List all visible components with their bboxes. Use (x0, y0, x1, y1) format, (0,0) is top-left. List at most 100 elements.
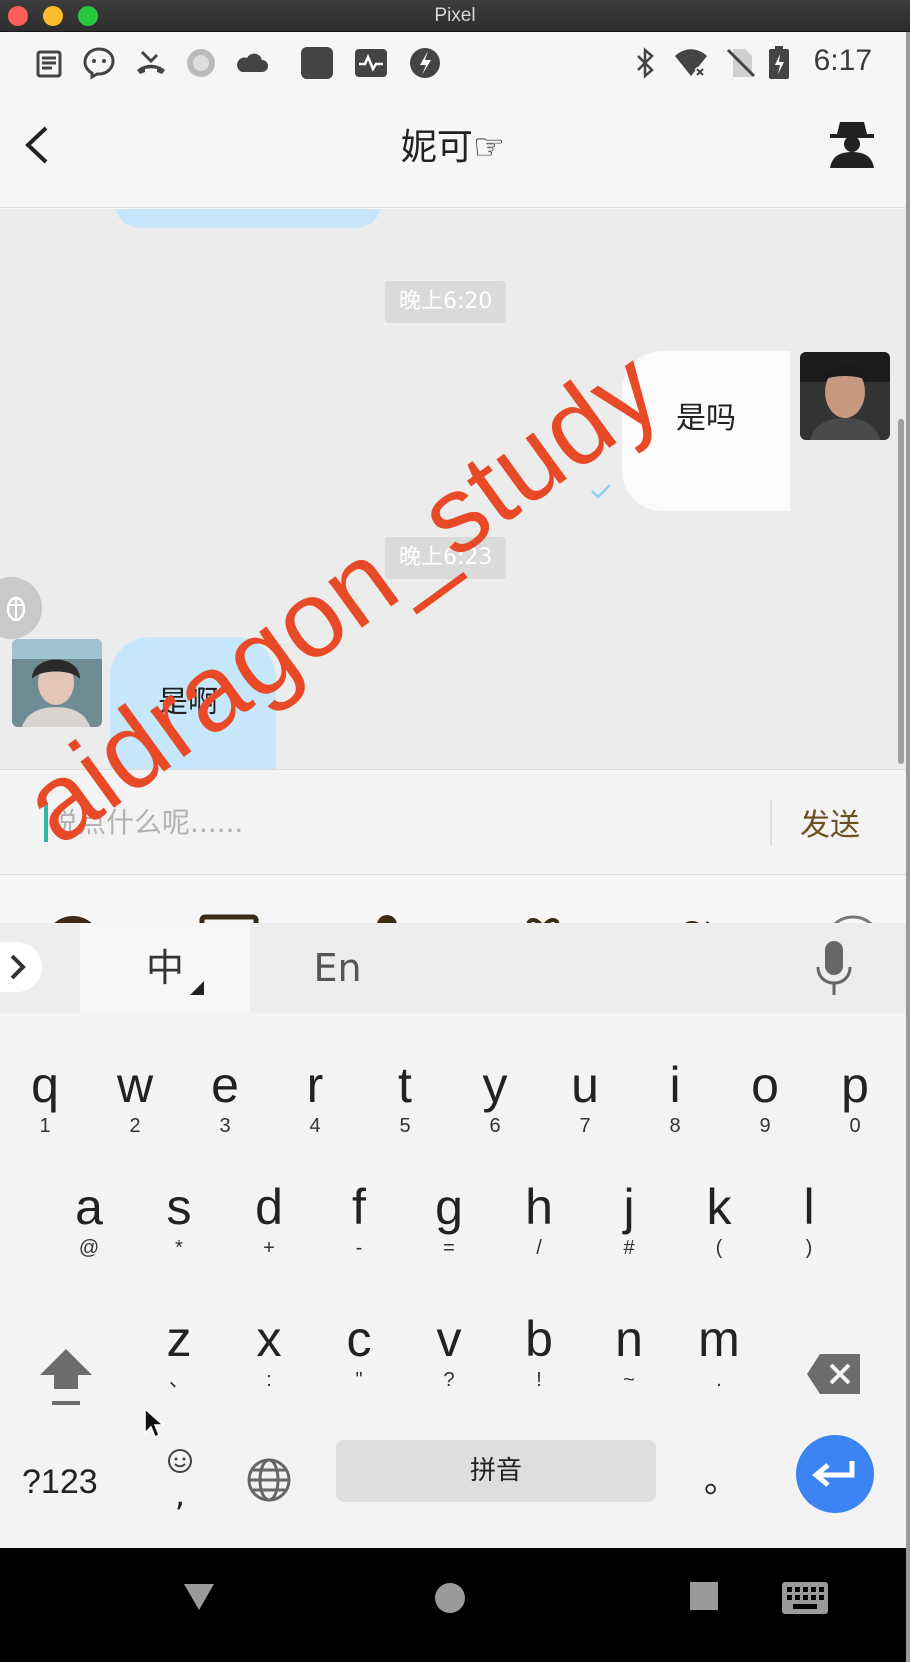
key-h[interactable]: h / (499, 1177, 579, 1277)
status-bar: 6:17 (0, 32, 906, 94)
message-bubble-outgoing[interactable]: 是吗 (622, 351, 790, 511)
key-hint: 4 (309, 1115, 321, 1137)
profile-icon[interactable] (826, 118, 878, 170)
key-r[interactable]: r4 (275, 1055, 355, 1155)
key-letter: i (669, 1057, 681, 1113)
key-hint: 2 (129, 1115, 141, 1137)
chat-app-icon (83, 47, 115, 80)
key-a[interactable]: a @ (49, 1177, 129, 1277)
key-i[interactable]: i8 (635, 1055, 715, 1155)
message-bubble-partial (115, 209, 381, 228)
key-letter: x (256, 1311, 282, 1367)
key-letter: l (803, 1179, 815, 1235)
key-letter: j (623, 1179, 635, 1235)
key-t[interactable]: t5 (365, 1055, 445, 1155)
message-bubble-incoming[interactable]: 是啊 (110, 637, 276, 769)
key-hint: + (263, 1237, 275, 1259)
message-text: 是啊 (158, 685, 218, 720)
key-j[interactable]: j # (589, 1177, 669, 1277)
key-hint: - (355, 1237, 363, 1259)
shift-key[interactable] (36, 1345, 96, 1411)
key-hint: ? (443, 1369, 455, 1391)
divider (770, 800, 772, 846)
key-letter: a (75, 1179, 103, 1235)
composer: 发送 (0, 769, 906, 875)
keyboard-expand-button[interactable] (0, 942, 42, 992)
key-g[interactable]: g = (409, 1177, 489, 1277)
key-l[interactable]: l) (769, 1177, 849, 1277)
key-hint: 1 (39, 1115, 51, 1137)
key-o[interactable]: o9 (725, 1055, 805, 1155)
chat-header: 妮可☞ (0, 94, 906, 208)
key-letter: t (398, 1057, 412, 1113)
key-hint: 9 (759, 1115, 771, 1137)
phone-screen: 6:17 妮可☞ 晚上6:20 是吗 晚上6:23 是啊 说点什么呢......… (0, 32, 906, 1662)
key-s[interactable]: s * (139, 1177, 219, 1277)
message-list[interactable]: 晚上6:20 是吗 晚上6:23 是啊 (0, 209, 906, 769)
activity-icon (355, 49, 387, 77)
key-hint: 6 (489, 1115, 501, 1137)
debug-float-button[interactable] (0, 577, 42, 639)
window-titlebar: Pixel (0, 0, 910, 32)
key-u[interactable]: u7 (545, 1055, 625, 1155)
key-hint: # (623, 1237, 635, 1259)
key-hint: 5 (399, 1115, 411, 1137)
window-title: Pixel (434, 5, 476, 26)
enter-key[interactable] (796, 1435, 874, 1513)
key-f[interactable]: f- (319, 1177, 399, 1277)
key-m[interactable]: m. (679, 1309, 759, 1409)
message-timestamp: 晚上6:20 (385, 281, 507, 323)
mic-icon[interactable] (814, 941, 854, 995)
key-v[interactable]: v? (409, 1309, 489, 1409)
bluetooth-icon (637, 47, 654, 79)
message-input[interactable] (50, 797, 750, 847)
backspace-key[interactable] (806, 1353, 862, 1395)
key-d[interactable]: d + (229, 1177, 309, 1277)
scrollbar[interactable] (898, 419, 904, 764)
send-button[interactable]: 发送 (800, 800, 860, 844)
enter-icon (812, 1461, 855, 1487)
system-nav-bar (0, 1548, 906, 1662)
key-c[interactable]: c " (319, 1309, 399, 1409)
mouse-pointer-icon (144, 1408, 164, 1439)
key-z[interactable]: z、 (139, 1309, 219, 1409)
key-e[interactable]: e3 (185, 1055, 265, 1155)
key-letter: b (525, 1311, 553, 1367)
key-letter: h (525, 1179, 553, 1235)
key-hint: . (716, 1369, 722, 1391)
recents-square-icon[interactable] (690, 1582, 718, 1610)
symbols-key[interactable]: ?123 (22, 1463, 98, 1502)
avatar-contact[interactable] (12, 639, 102, 727)
space-key[interactable]: 拼音 (336, 1440, 656, 1502)
key-hint: ( (715, 1237, 723, 1259)
back-triangle-icon[interactable] (182, 1582, 216, 1612)
key-hint: 8 (669, 1115, 681, 1137)
notes-icon (36, 50, 62, 78)
wifi-off-icon (675, 49, 707, 78)
emoji-small-icon (168, 1449, 192, 1473)
tab-chinese[interactable]: 中 (80, 923, 250, 1013)
key-k[interactable]: k( (679, 1177, 759, 1277)
avatar-self[interactable] (800, 352, 890, 440)
tab-english[interactable]: En (250, 923, 425, 1013)
key-hint: = (443, 1237, 455, 1259)
globe-icon[interactable] (246, 1457, 292, 1503)
app-square-icon (301, 47, 333, 79)
key-p[interactable]: p0 (815, 1055, 895, 1155)
key-b[interactable]: b! (499, 1309, 579, 1409)
key-hint: / (536, 1237, 542, 1259)
home-circle-icon[interactable] (434, 1582, 466, 1614)
key-x[interactable]: x: (229, 1309, 309, 1409)
key-w[interactable]: w2 (95, 1055, 175, 1155)
key-y[interactable]: y6 (455, 1055, 535, 1155)
corner-triangle-icon (190, 981, 204, 995)
keyboard-toolbar: 中 En (0, 923, 906, 1013)
tab-chinese-label: 中 (145, 946, 184, 990)
key-n[interactable]: n ~ (589, 1309, 669, 1409)
period-key[interactable]: 。 (704, 1453, 738, 1502)
keyboard-switch-icon[interactable] (782, 1582, 828, 1614)
message-text: 是吗 (676, 401, 736, 436)
message-timestamp: 晚上6:23 (385, 537, 507, 579)
key-q[interactable]: q1 (5, 1055, 85, 1155)
comma-key[interactable]: , (160, 1447, 200, 1523)
